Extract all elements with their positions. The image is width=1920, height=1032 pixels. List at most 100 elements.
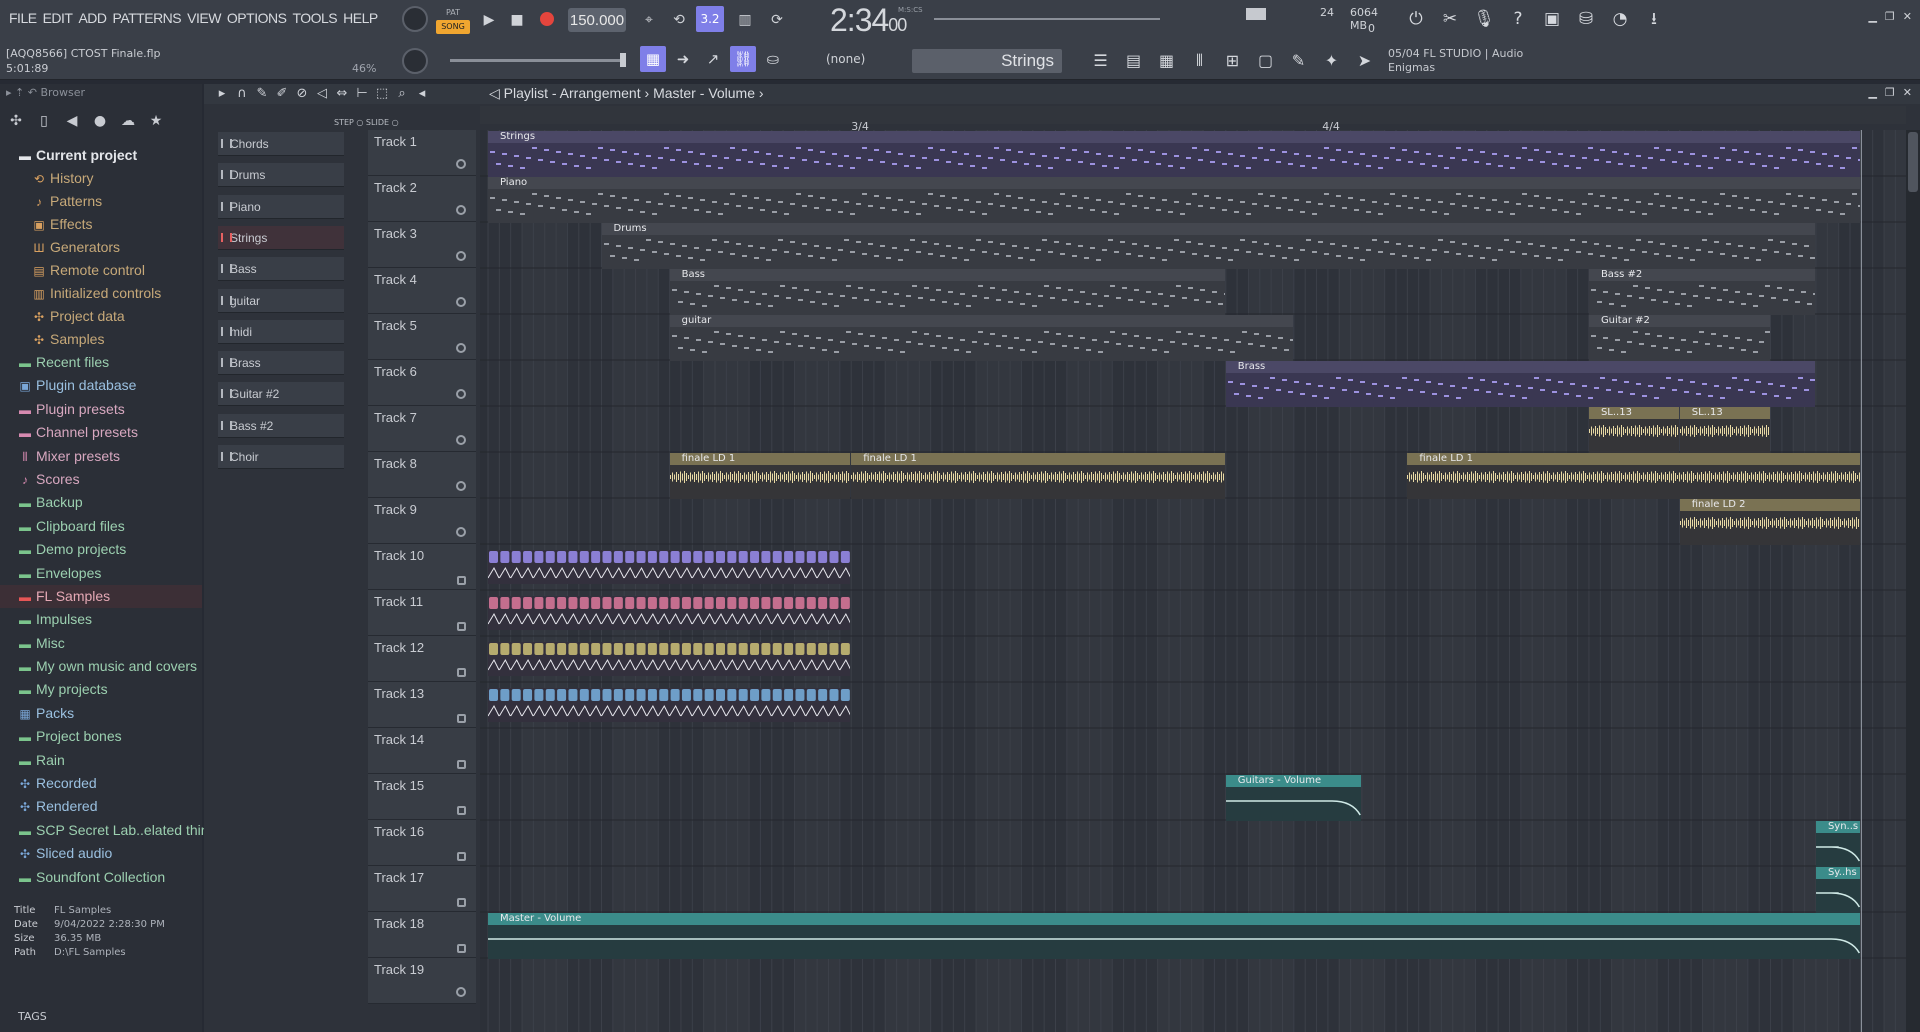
- chat-icon[interactable]: ◔: [1608, 6, 1632, 32]
- mute-dot-icon[interactable]: [456, 527, 466, 537]
- arrangement-grid[interactable]: Strings Piano Drums Bass Bass #2 guitar Guitar…: [480, 130, 1906, 1032]
- track-header[interactable]: Track 17: [368, 866, 476, 912]
- stamp-icon[interactable]: ⛀: [760, 46, 786, 72]
- pattern-item[interactable]: Guitar #2: [218, 382, 344, 407]
- pen-icon[interactable]: ↗: [700, 46, 726, 72]
- download-icon[interactable]: ⭳: [1642, 6, 1666, 32]
- playlist-clip[interactable]: finale LD 1: [851, 453, 1225, 499]
- time-display[interactable]: 2:3400: [830, 2, 907, 39]
- paint-icon[interactable]: ✐: [274, 86, 290, 101]
- scroll-thumb[interactable]: [1908, 132, 1918, 192]
- browser-item[interactable]: ♪ Scores: [0, 468, 202, 491]
- step-slide-toggle[interactable]: STEP ○ SLIDE ○: [334, 118, 399, 127]
- pattern-item[interactable]: Brass: [218, 351, 344, 376]
- browser-item[interactable]: ▬ Current project: [0, 144, 202, 167]
- tags-label[interactable]: TAGS: [18, 1010, 47, 1023]
- browser-plugin-icon[interactable]: ●: [90, 113, 110, 129]
- master-pitch-knob[interactable]: [402, 48, 428, 74]
- playlist-clip[interactable]: guitar: [669, 315, 1293, 361]
- browser-item[interactable]: ▬ My projects: [0, 678, 202, 701]
- browser-item[interactable]: ▣ Plugin database: [0, 374, 202, 397]
- close-icon[interactable]: ✕: [1903, 86, 1912, 99]
- playback-icon[interactable]: ◂: [414, 86, 430, 101]
- playlist-clip[interactable]: SL..13: [1679, 407, 1770, 453]
- menu-options[interactable]: OPTIONS: [224, 10, 290, 26]
- playlist-menu-icon[interactable]: ▸: [214, 86, 230, 101]
- pattern-item[interactable]: Strings: [218, 225, 344, 250]
- track-header[interactable]: Track 9: [368, 498, 476, 544]
- browser-star-icon[interactable]: ★: [146, 113, 166, 129]
- news-panel[interactable]: 05/04 FL STUDIO | Audio Enigmas: [1388, 47, 1523, 75]
- playlist-clip[interactable]: Sy..hs: [1815, 867, 1861, 913]
- track-header[interactable]: Track 11: [368, 590, 476, 636]
- play-icon[interactable]: ▶: [478, 7, 500, 33]
- loop-record-icon[interactable]: ⟳: [764, 7, 790, 33]
- zoom-icon[interactable]: ⌕: [394, 86, 410, 101]
- link-icon[interactable]: ⛓: [730, 46, 756, 72]
- piano-roll-icon[interactable]: ▦: [640, 46, 666, 72]
- pattern-item[interactable]: Drums: [218, 163, 344, 188]
- track-header[interactable]: Track 16: [368, 820, 476, 866]
- step-edit-icon[interactable]: ▥: [732, 7, 758, 33]
- mute-icon[interactable]: ◁: [314, 86, 330, 101]
- browser-item[interactable]: ▬ FL Samples: [0, 584, 202, 609]
- pattern-item[interactable]: Choir: [218, 445, 344, 469]
- browser-item[interactable]: ▬ Impulses: [0, 608, 202, 631]
- browser-item[interactable]: ▬ SCP Secret Lab..elated things: [0, 819, 223, 842]
- track-header[interactable]: Track 4: [368, 268, 476, 314]
- playlist-clip[interactable]: Strings: [488, 131, 1861, 177]
- playlist-clip[interactable]: SL..13: [1588, 407, 1679, 453]
- metronome-icon[interactable]: ⌖: [636, 7, 662, 33]
- wait-input-icon[interactable]: ⟲: [666, 7, 692, 33]
- lock-icon[interactable]: [457, 944, 466, 953]
- track-header[interactable]: Track 1: [368, 130, 476, 176]
- vertical-scrollbar[interactable]: [1906, 130, 1920, 1032]
- lock-icon[interactable]: [457, 668, 466, 677]
- current-channel-display[interactable]: Strings: [912, 49, 1062, 73]
- track-header[interactable]: Track 12: [368, 636, 476, 682]
- time-signature-marker[interactable]: 3/4: [851, 120, 869, 133]
- tuner-icon[interactable]: ✦: [1319, 48, 1344, 74]
- lock-icon[interactable]: [457, 806, 466, 815]
- browser-item[interactable]: ▬ Envelopes: [0, 562, 202, 585]
- browser-item[interactable]: ▬ Soundfont Collection: [0, 866, 202, 889]
- track-header[interactable]: Track 2: [368, 176, 476, 222]
- scissors-icon[interactable]: ✂: [1438, 6, 1462, 32]
- browser-item[interactable]: ✣ Samples: [0, 328, 202, 351]
- track-header[interactable]: Track 7: [368, 406, 476, 452]
- channel-rack-icon[interactable]: ▦: [1154, 48, 1179, 74]
- drum-clip-row[interactable]: [488, 550, 851, 584]
- pattern-item[interactable]: Piano: [218, 194, 344, 219]
- browser-item[interactable]: Ш Generators: [0, 236, 202, 259]
- drum-clip-row[interactable]: [488, 642, 851, 676]
- track-header[interactable]: Track 14: [368, 728, 476, 774]
- slider-thumb[interactable]: [620, 53, 626, 67]
- browser-item[interactable]: ♪ Patterns: [0, 190, 202, 213]
- microphone-icon[interactable]: 🎙: [1472, 6, 1496, 32]
- browser-item[interactable]: ▬ Clipboard files: [0, 515, 202, 538]
- browser-item[interactable]: ✣ Recorded: [0, 772, 202, 795]
- pattern-item[interactable]: midi: [218, 319, 344, 344]
- playlist-clip[interactable]: Piano: [488, 177, 1861, 223]
- lock-icon[interactable]: [457, 852, 466, 861]
- mute-dot-icon[interactable]: [456, 205, 466, 215]
- browser-item[interactable]: ▬ Channel presets: [0, 421, 202, 444]
- mute-dot-icon[interactable]: [456, 389, 466, 399]
- pattern-item[interactable]: Bass #2: [218, 413, 344, 438]
- playlist-icon[interactable]: ☰: [1088, 48, 1113, 74]
- playlist-clip[interactable]: Drums: [601, 223, 1815, 269]
- drum-clip-row[interactable]: [488, 596, 851, 630]
- cpu-monitor[interactable]: 24 6064 MB 0: [1244, 4, 1384, 35]
- playlist-clip[interactable]: Guitars - Volume: [1225, 775, 1361, 821]
- restore-icon[interactable]: ❐: [1885, 10, 1895, 23]
- browser-item[interactable]: ▬ Rain: [0, 749, 202, 772]
- lock-icon[interactable]: [457, 760, 466, 769]
- time-signature-marker[interactable]: 4/4: [1322, 120, 1340, 133]
- record-icon[interactable]: [540, 12, 554, 26]
- slice-icon[interactable]: ⊢: [354, 86, 370, 101]
- track-header[interactable]: Track 3: [368, 222, 476, 268]
- magnet-icon[interactable]: ∩: [234, 86, 250, 101]
- mute-dot-icon[interactable]: [456, 481, 466, 491]
- playlist-clip[interactable]: Guitar #2: [1588, 315, 1770, 361]
- pattern-item[interactable]: guitar: [218, 288, 344, 313]
